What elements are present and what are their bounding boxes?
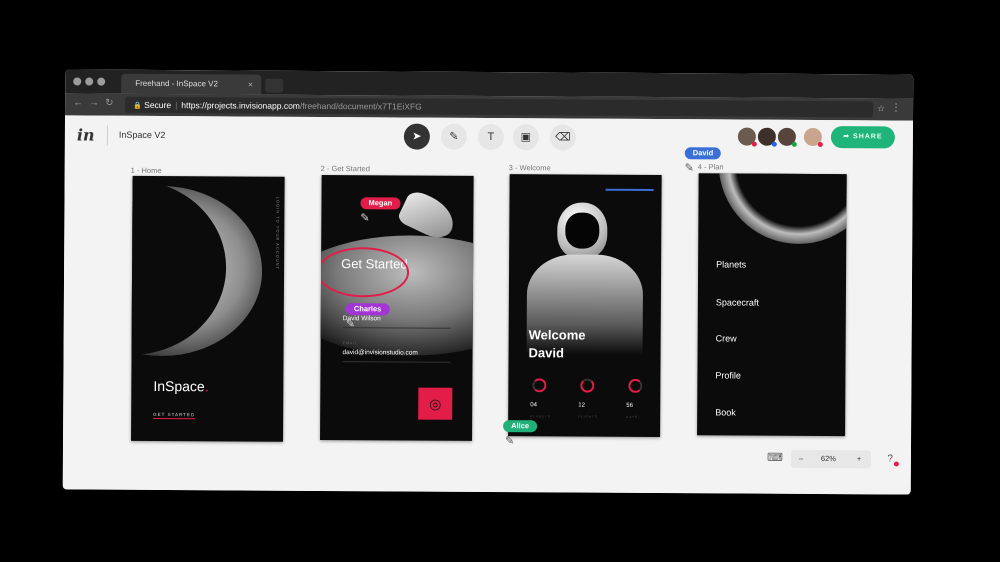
tab-title: Freehand - InSpace V2 xyxy=(135,78,218,89)
plan-menu-item[interactable]: Spacecraft xyxy=(716,297,759,307)
select-tool-button[interactable]: ➤ xyxy=(403,123,430,150)
avatar[interactable] xyxy=(775,125,798,148)
pencil-icon: ✎ xyxy=(684,162,694,175)
zoom-control: – 62% + xyxy=(790,449,871,469)
eraser-icon: ⌫ xyxy=(555,131,571,144)
forward-icon[interactable]: → xyxy=(89,98,99,109)
email-label: EMAIL xyxy=(342,341,359,346)
stat-label: DAYS xyxy=(626,414,639,419)
stat-label: FLIGHTS xyxy=(578,414,598,419)
artboard-label-plan[interactable]: 4 - Plan xyxy=(698,162,724,171)
freehand-app: in InSpace V2 ➤ ✎ T ▣ ⌫ ➦ SHARE 1 - Home… xyxy=(62,115,913,495)
secure-label: Secure xyxy=(144,99,172,111)
reload-icon[interactable]: ↻ xyxy=(105,98,113,109)
avatar-status-dot xyxy=(751,141,757,147)
artboard-plan[interactable]: Planets Spacecraft Crew Profile Book xyxy=(697,173,847,437)
welcome-heading: Welcome David xyxy=(528,327,586,361)
image-tool-button[interactable]: ▣ xyxy=(512,124,539,151)
avatar[interactable] xyxy=(755,125,778,148)
stat-label: PLANETS xyxy=(530,414,551,419)
artboard-label-get-started[interactable]: 2 - Get Started xyxy=(321,164,370,173)
browser-tab[interactable]: Freehand - InSpace V2 × xyxy=(121,73,262,95)
url-path: /freehand/document/x7T1EiXFG xyxy=(299,100,422,112)
home-brand: InSpace. xyxy=(153,378,208,394)
url-host: https://projects.invisionapp.com xyxy=(181,100,300,111)
tab-close-icon[interactable]: × xyxy=(248,75,253,95)
collaborator-tag-david: David xyxy=(684,147,722,160)
help-notification-dot xyxy=(893,461,899,467)
text-icon: T xyxy=(487,130,495,144)
url-field[interactable]: 🔒 Secure | https://projects.invisionapp.co… xyxy=(125,96,874,118)
vertical-login-text: LOGIN TO YOUR ACCOUNT xyxy=(275,196,281,270)
help-button[interactable]: ? xyxy=(887,453,893,464)
plan-menu-item[interactable]: Crew xyxy=(716,333,737,343)
pencil-icon: ✎ xyxy=(504,435,515,448)
zoom-in-button[interactable]: + xyxy=(857,450,862,468)
collaborator-tag-charles: Charles xyxy=(345,303,390,316)
stat-ring xyxy=(628,378,643,393)
plan-menu-item[interactable]: Profile xyxy=(715,370,741,380)
url-separator: | xyxy=(175,100,178,111)
brand-dot: . xyxy=(204,378,209,395)
cursor-icon: ➤ xyxy=(412,130,422,143)
pencil-icon: ✎ xyxy=(360,212,370,225)
artboard-welcome[interactable]: Welcome David 04 12 56 PLANETS FLIGHTS D… xyxy=(508,174,662,438)
window-close-dot[interactable] xyxy=(73,77,82,86)
avatar[interactable] xyxy=(735,125,758,148)
window-minimize-dot[interactable] xyxy=(85,77,94,86)
new-tab-button[interactable] xyxy=(265,78,284,93)
stat-value: 12 xyxy=(578,402,585,409)
share-button[interactable]: ➦ SHARE xyxy=(830,126,895,149)
bookmark-star-icon[interactable]: ☆ xyxy=(877,103,885,114)
artboard-home[interactable]: LOGIN TO YOUR ACCOUNT InSpace. GET START… xyxy=(131,175,285,442)
browser-window: Freehand - InSpace V2 × ← → ↻ 🔒 Secure | h… xyxy=(62,69,914,495)
avatar-status-dot xyxy=(817,142,823,148)
annotation-circle xyxy=(320,246,410,298)
back-icon[interactable]: ← xyxy=(73,97,83,108)
stat-value: 04 xyxy=(530,402,537,409)
pencil-tool-button[interactable]: ✎ xyxy=(440,123,467,150)
artboard-get-started[interactable]: Get Started David Wilson EMAIL david@inv… xyxy=(320,174,474,441)
text-tool-button[interactable]: T xyxy=(477,123,504,151)
fingerprint-button[interactable]: ◎ xyxy=(418,387,453,420)
email-value: david@invisionstudio.com xyxy=(342,349,418,357)
zoom-out-button[interactable]: – xyxy=(799,450,803,468)
progress-line xyxy=(605,188,654,192)
fingerprint-icon: ◎ xyxy=(429,395,442,412)
collaborator-tag-megan: Megan xyxy=(360,197,401,210)
get-started-link[interactable]: GET STARTED xyxy=(153,411,196,420)
avatar-status-dot xyxy=(791,141,797,147)
zoom-level: 62% xyxy=(820,454,836,464)
stat-ring xyxy=(580,378,595,393)
pencil-icon: ✎ xyxy=(449,130,459,143)
avatar-status-dot xyxy=(771,141,777,147)
share-label: SHARE xyxy=(853,133,883,141)
collaborator-tag-alice: Alice xyxy=(503,420,538,433)
email-field-underline xyxy=(342,361,451,363)
share-icon: ➦ xyxy=(843,133,854,141)
stat-value: 56 xyxy=(626,402,633,409)
lock-icon: 🔒 xyxy=(133,102,142,110)
invision-logo[interactable]: in xyxy=(77,125,95,144)
avatar[interactable] xyxy=(801,125,824,149)
header-divider xyxy=(106,125,108,146)
keyboard-icon[interactable]: ⌨ xyxy=(767,451,783,464)
plan-menu-item[interactable]: Book xyxy=(715,407,736,417)
image-icon: ▣ xyxy=(520,131,532,144)
astronaut-visor xyxy=(565,212,600,249)
browser-menu-icon[interactable]: ⋮ xyxy=(891,102,901,113)
project-title: InSpace V2 xyxy=(118,129,166,141)
brand-text: InSpace xyxy=(153,377,205,395)
stat-ring xyxy=(532,378,547,393)
plan-menu-item[interactable]: Planets xyxy=(716,259,746,269)
artboard-label-home[interactable]: 1 - Home xyxy=(131,166,162,175)
eclipse-glow xyxy=(718,173,847,245)
eraser-tool-button[interactable]: ⌫ xyxy=(549,124,576,151)
pencil-icon: ✎ xyxy=(345,318,355,331)
artboard-label-welcome[interactable]: 3 - Welcome xyxy=(509,163,551,172)
window-maximize-dot[interactable] xyxy=(97,77,106,86)
